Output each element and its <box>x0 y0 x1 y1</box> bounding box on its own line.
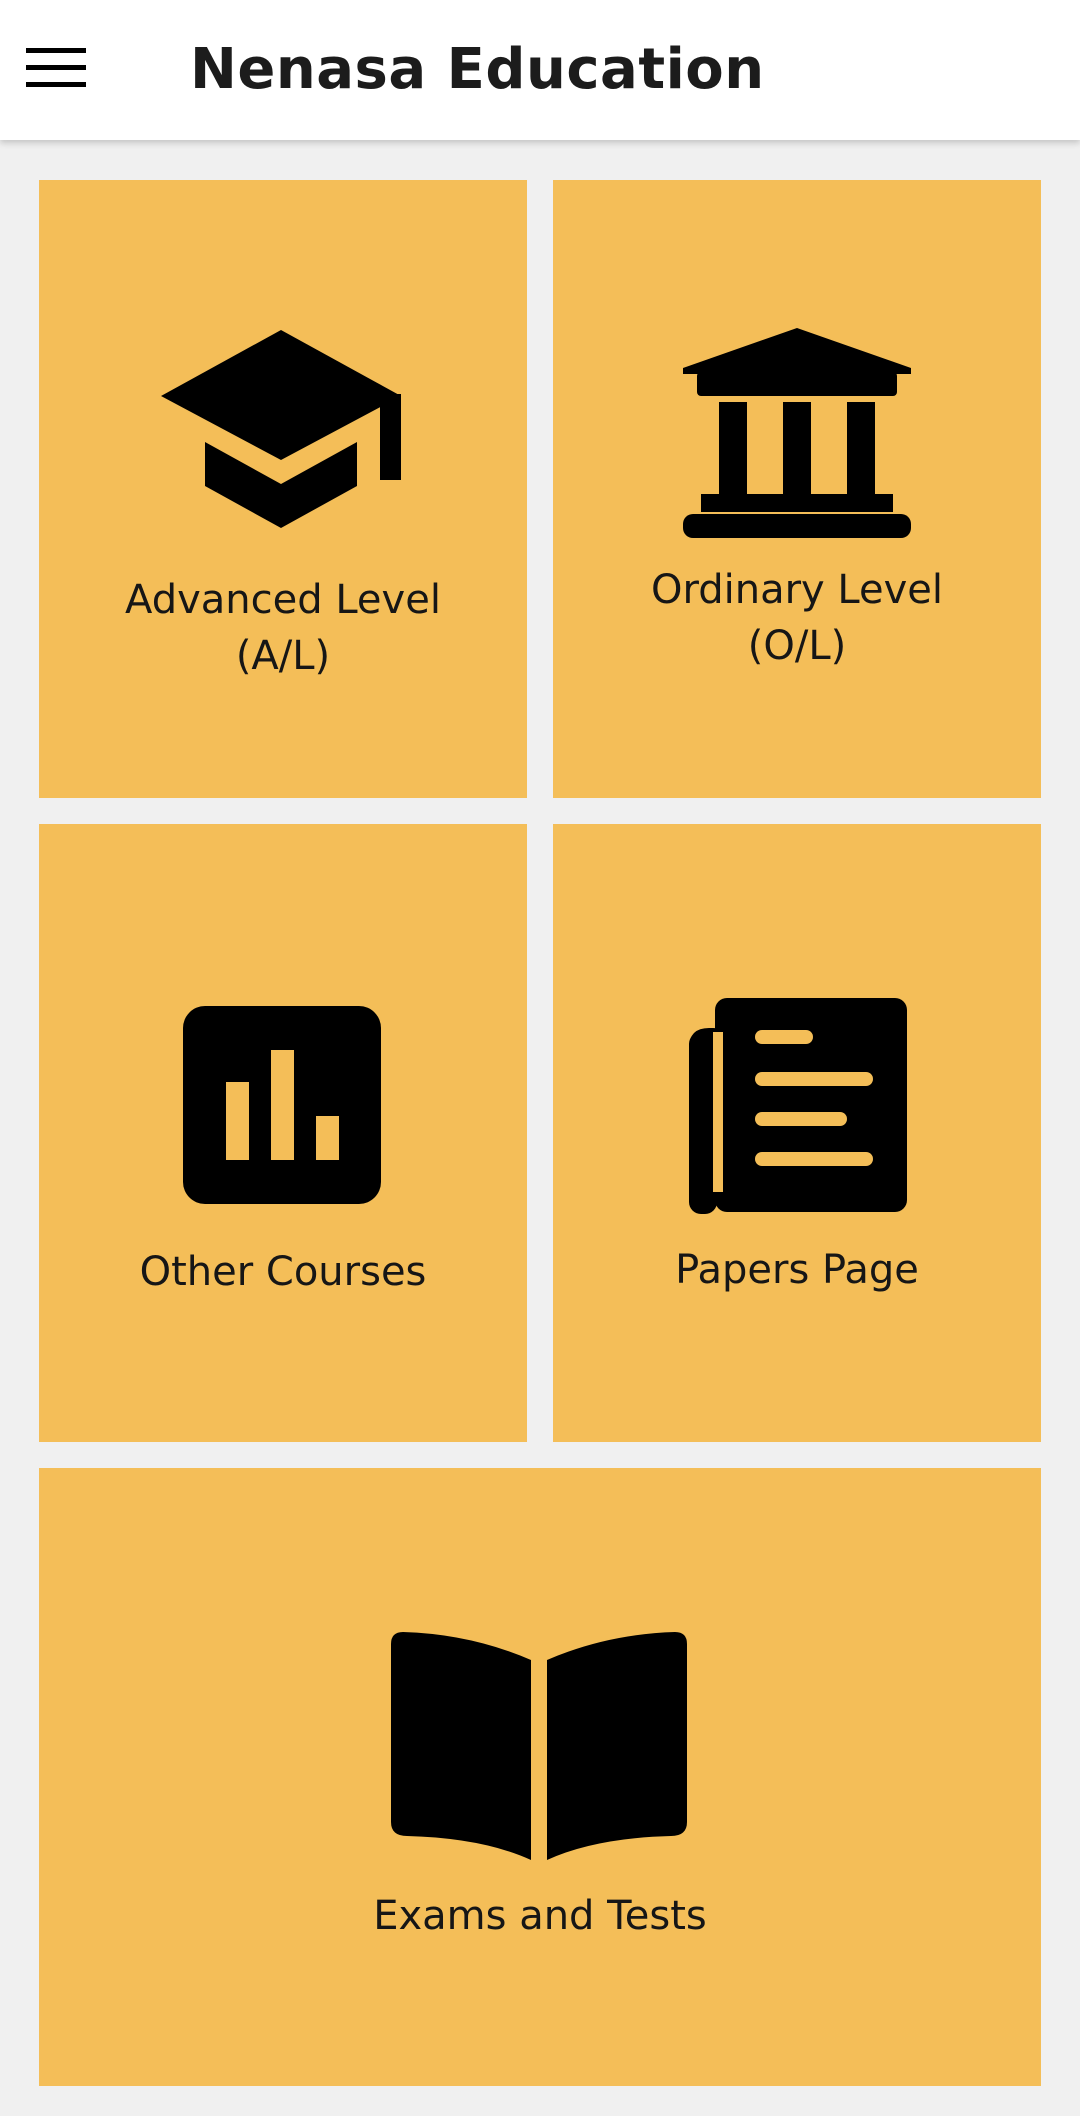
tile-advanced-level[interactable]: Advanced Level (A/L) <box>39 180 527 798</box>
app-title: Nenasa Education <box>190 37 765 102</box>
hamburger-menu-icon <box>26 48 86 87</box>
newspaper-icon <box>689 998 907 1214</box>
tile-label: Exams and Tests <box>373 1893 707 1939</box>
open-book-icon <box>391 1632 687 1860</box>
tile-label-line2: (A/L) <box>235 633 331 679</box>
tile-label: Papers Page <box>675 1247 919 1293</box>
tile-exams-and-tests[interactable]: Exams and Tests <box>39 1468 1041 2086</box>
menu-button[interactable] <box>14 32 98 104</box>
bar-chart-icon <box>183 1006 381 1204</box>
tile-label-line1: Advanced Level <box>125 577 441 623</box>
graduation-cap-icon <box>161 330 401 528</box>
tile-other-courses[interactable]: Other Courses <box>39 824 527 1442</box>
app-bar: Nenasa Education <box>0 0 1080 140</box>
tile-label-line1: Ordinary Level <box>650 567 943 613</box>
tile-label: Other Courses <box>139 1249 427 1295</box>
tile-papers-page[interactable]: Papers Page <box>553 824 1041 1442</box>
tile-label-line2: (O/L) <box>747 623 847 669</box>
bank-building-icon <box>683 328 911 538</box>
tile-ordinary-level[interactable]: Ordinary Level (O/L) <box>553 180 1041 798</box>
